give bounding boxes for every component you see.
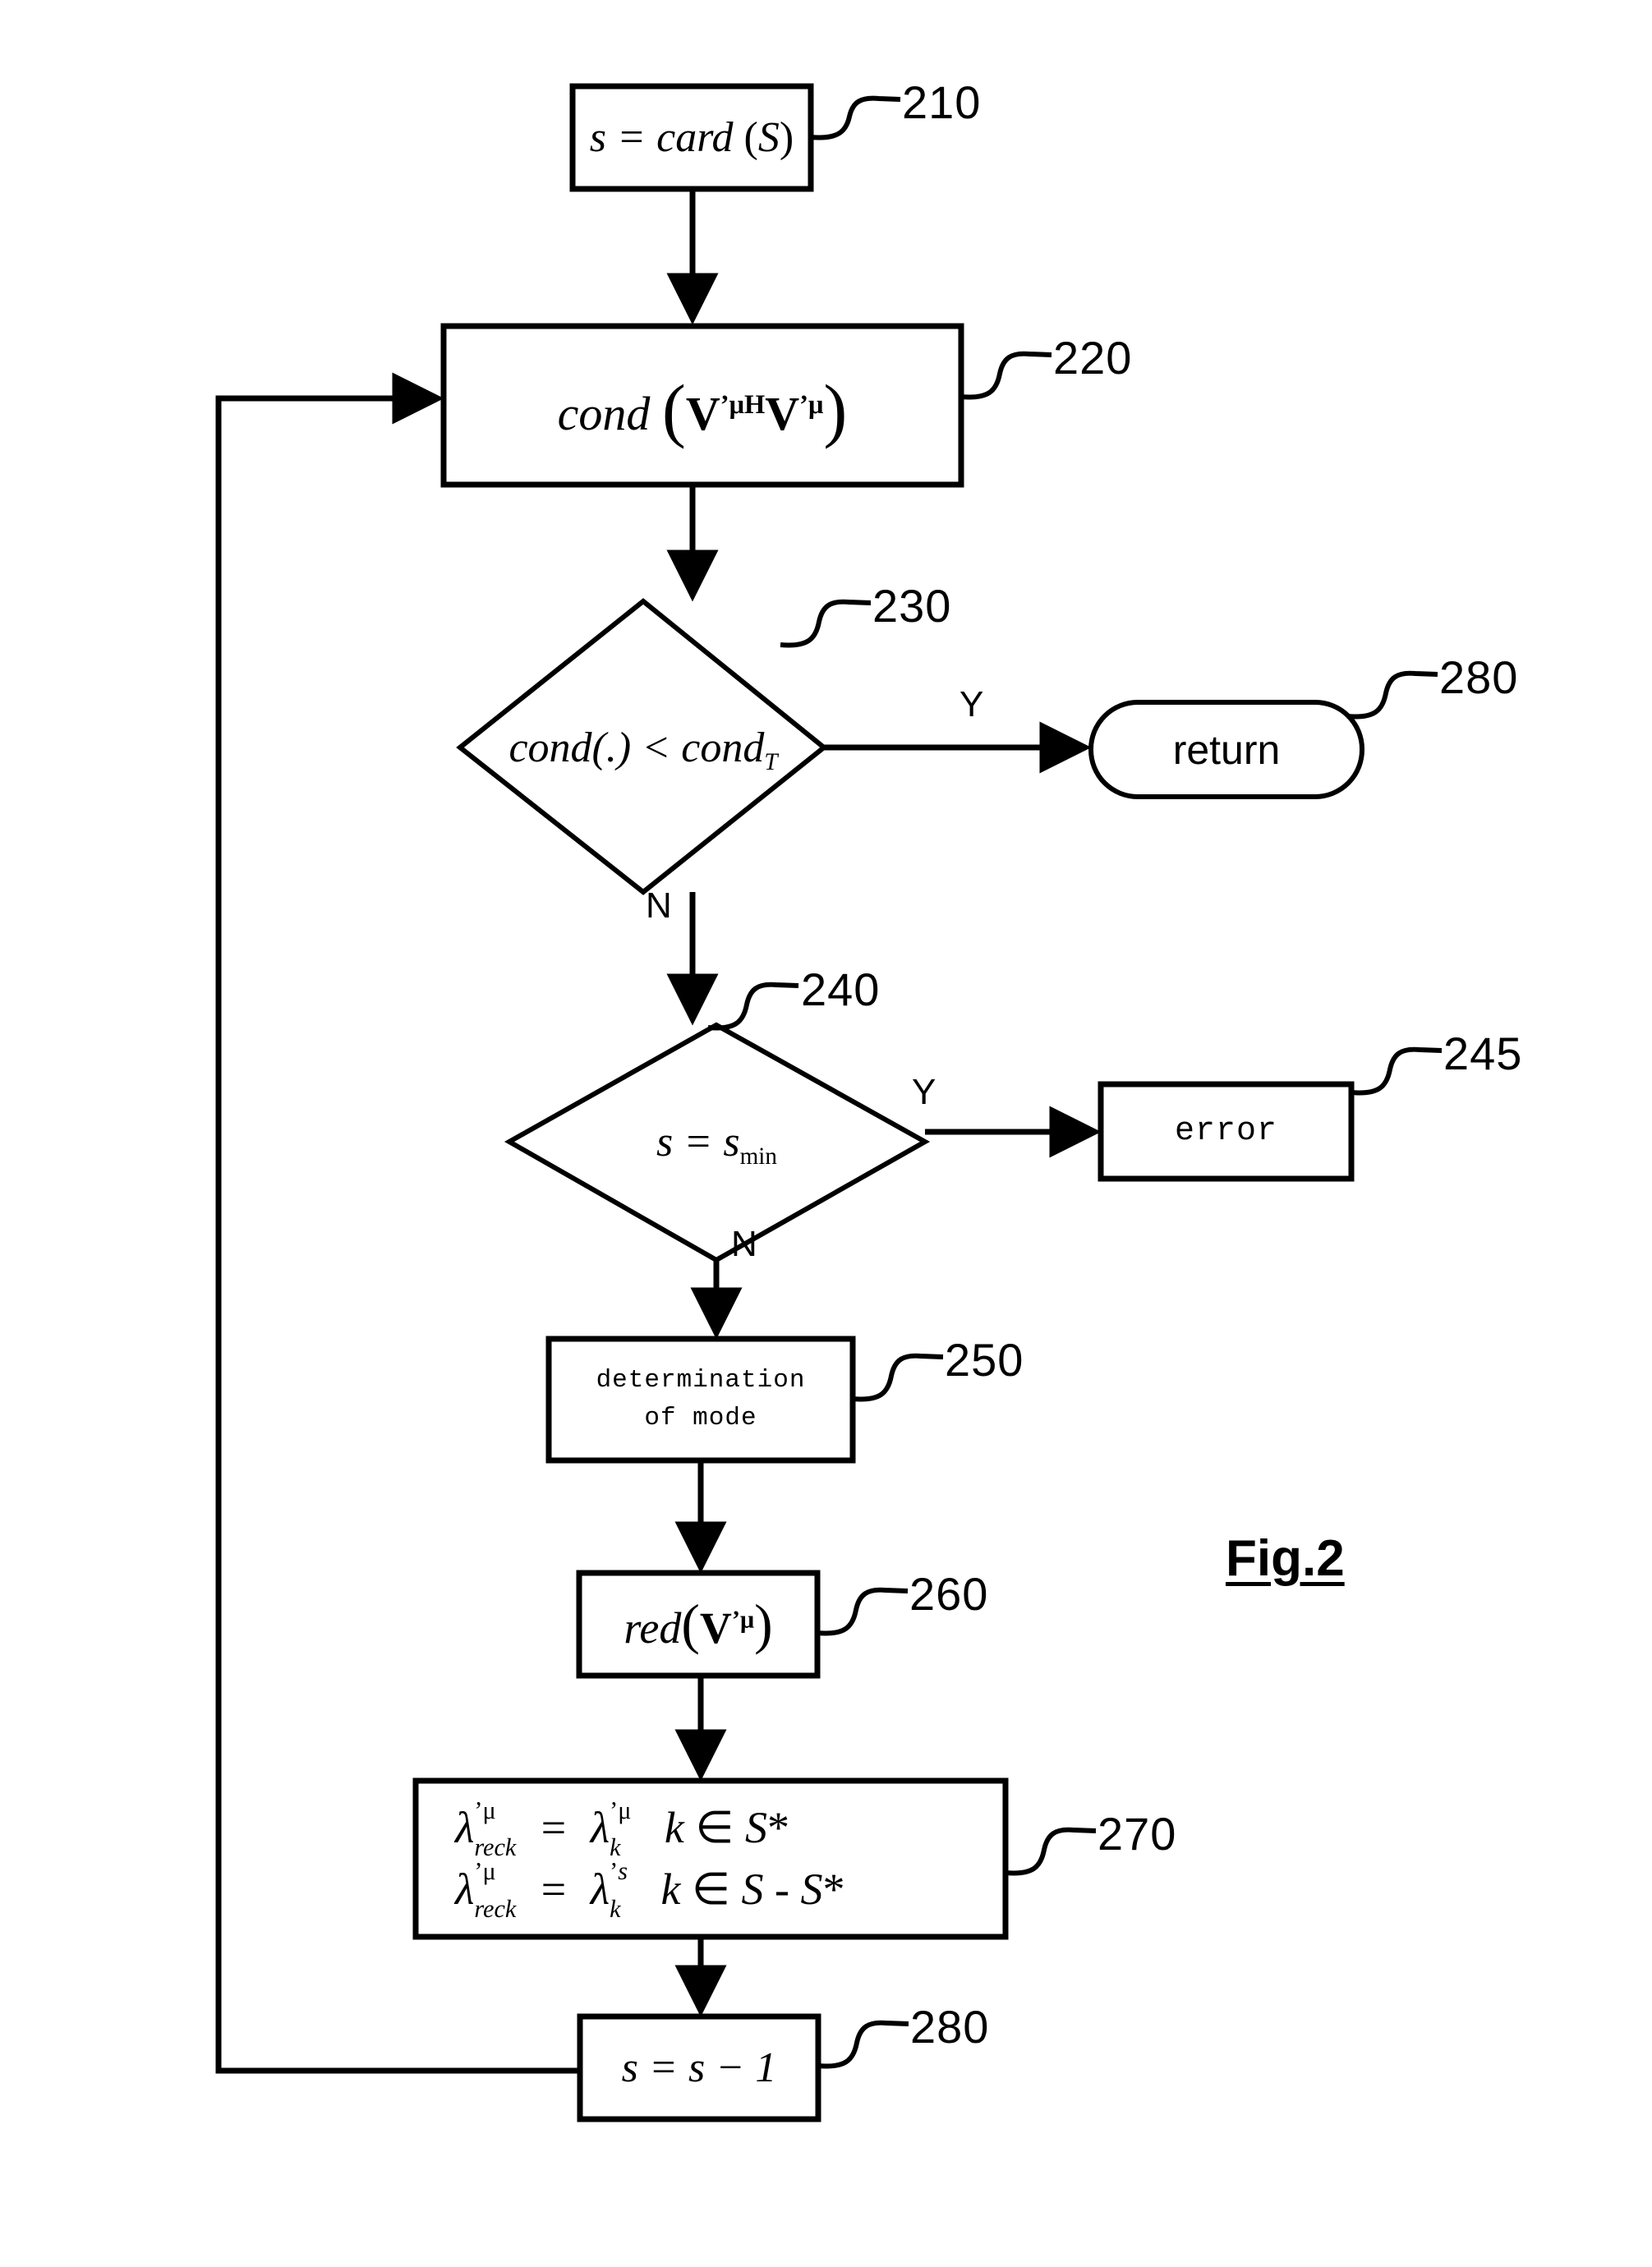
shape-210	[569, 83, 814, 192]
shape-220	[440, 323, 964, 488]
shape-230	[456, 598, 828, 895]
shape-260	[576, 1570, 821, 1679]
connector-feedback-loop	[215, 372, 580, 2074]
shape-245	[1097, 1081, 1355, 1182]
shape-240	[504, 1022, 931, 1263]
leader-250	[852, 1353, 944, 1402]
leader-260	[817, 1587, 909, 1636]
shape-280-decrement	[577, 2013, 821, 2122]
leader-280-bottom	[817, 2020, 909, 2069]
shape-280-return	[1088, 700, 1364, 799]
leader-245	[1351, 1046, 1443, 1096]
shape-250	[545, 1336, 856, 1464]
leader-220	[960, 351, 1052, 400]
leader-270	[1005, 1827, 1097, 1876]
leader-230	[780, 599, 872, 648]
leader-240	[707, 982, 799, 1031]
figure-caption: Fig.2	[1226, 1530, 1345, 1587]
figure-page: s = card (S) cond (V’μHV’μ) cond(.) < co…	[0, 0, 1652, 2267]
leader-210	[810, 95, 901, 140]
shape-270	[412, 1777, 1009, 1940]
flowchart-canvas	[215, 83, 1443, 2122]
leader-280-return	[1346, 670, 1438, 720]
